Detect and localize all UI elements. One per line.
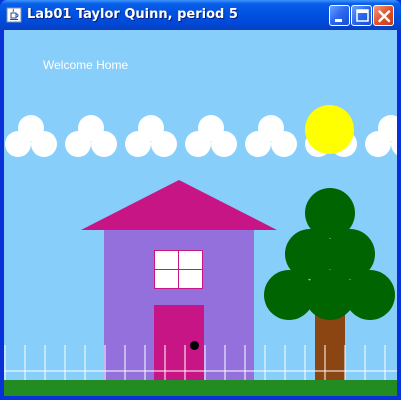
welcome-text: Welcome Home — [43, 58, 129, 72]
window-title: Lab01 Taylor Quinn, period 5 — [27, 7, 238, 22]
title-bar[interactable]: Lab01 Taylor Quinn, period 5 — [0, 0, 401, 30]
window-border-bottom[interactable] — [0, 396, 401, 400]
maximize-button[interactable] — [351, 5, 372, 26]
cloud — [125, 115, 177, 161]
close-icon — [378, 10, 391, 23]
cloud — [5, 115, 57, 161]
cloud — [65, 115, 117, 161]
grass — [4, 380, 397, 396]
tree-leaves — [345, 270, 395, 320]
cloud — [185, 115, 237, 161]
app-window: Lab01 Taylor Quinn, period 5 Welcome Hom… — [0, 0, 401, 400]
java-cup-icon — [6, 7, 22, 23]
minimize-icon — [335, 19, 342, 22]
close-button[interactable] — [373, 5, 394, 26]
house-window — [154, 250, 203, 289]
minimize-button[interactable] — [329, 5, 350, 26]
maximize-icon — [356, 9, 369, 22]
drawing-canvas: Welcome Home — [4, 30, 397, 396]
window-border-left[interactable] — [0, 30, 4, 400]
house-roof — [81, 180, 277, 230]
window-border-right[interactable] — [397, 30, 401, 400]
sun — [305, 105, 354, 154]
cloud — [365, 115, 397, 161]
cloud — [245, 115, 297, 161]
picket-fence — [4, 345, 397, 381]
